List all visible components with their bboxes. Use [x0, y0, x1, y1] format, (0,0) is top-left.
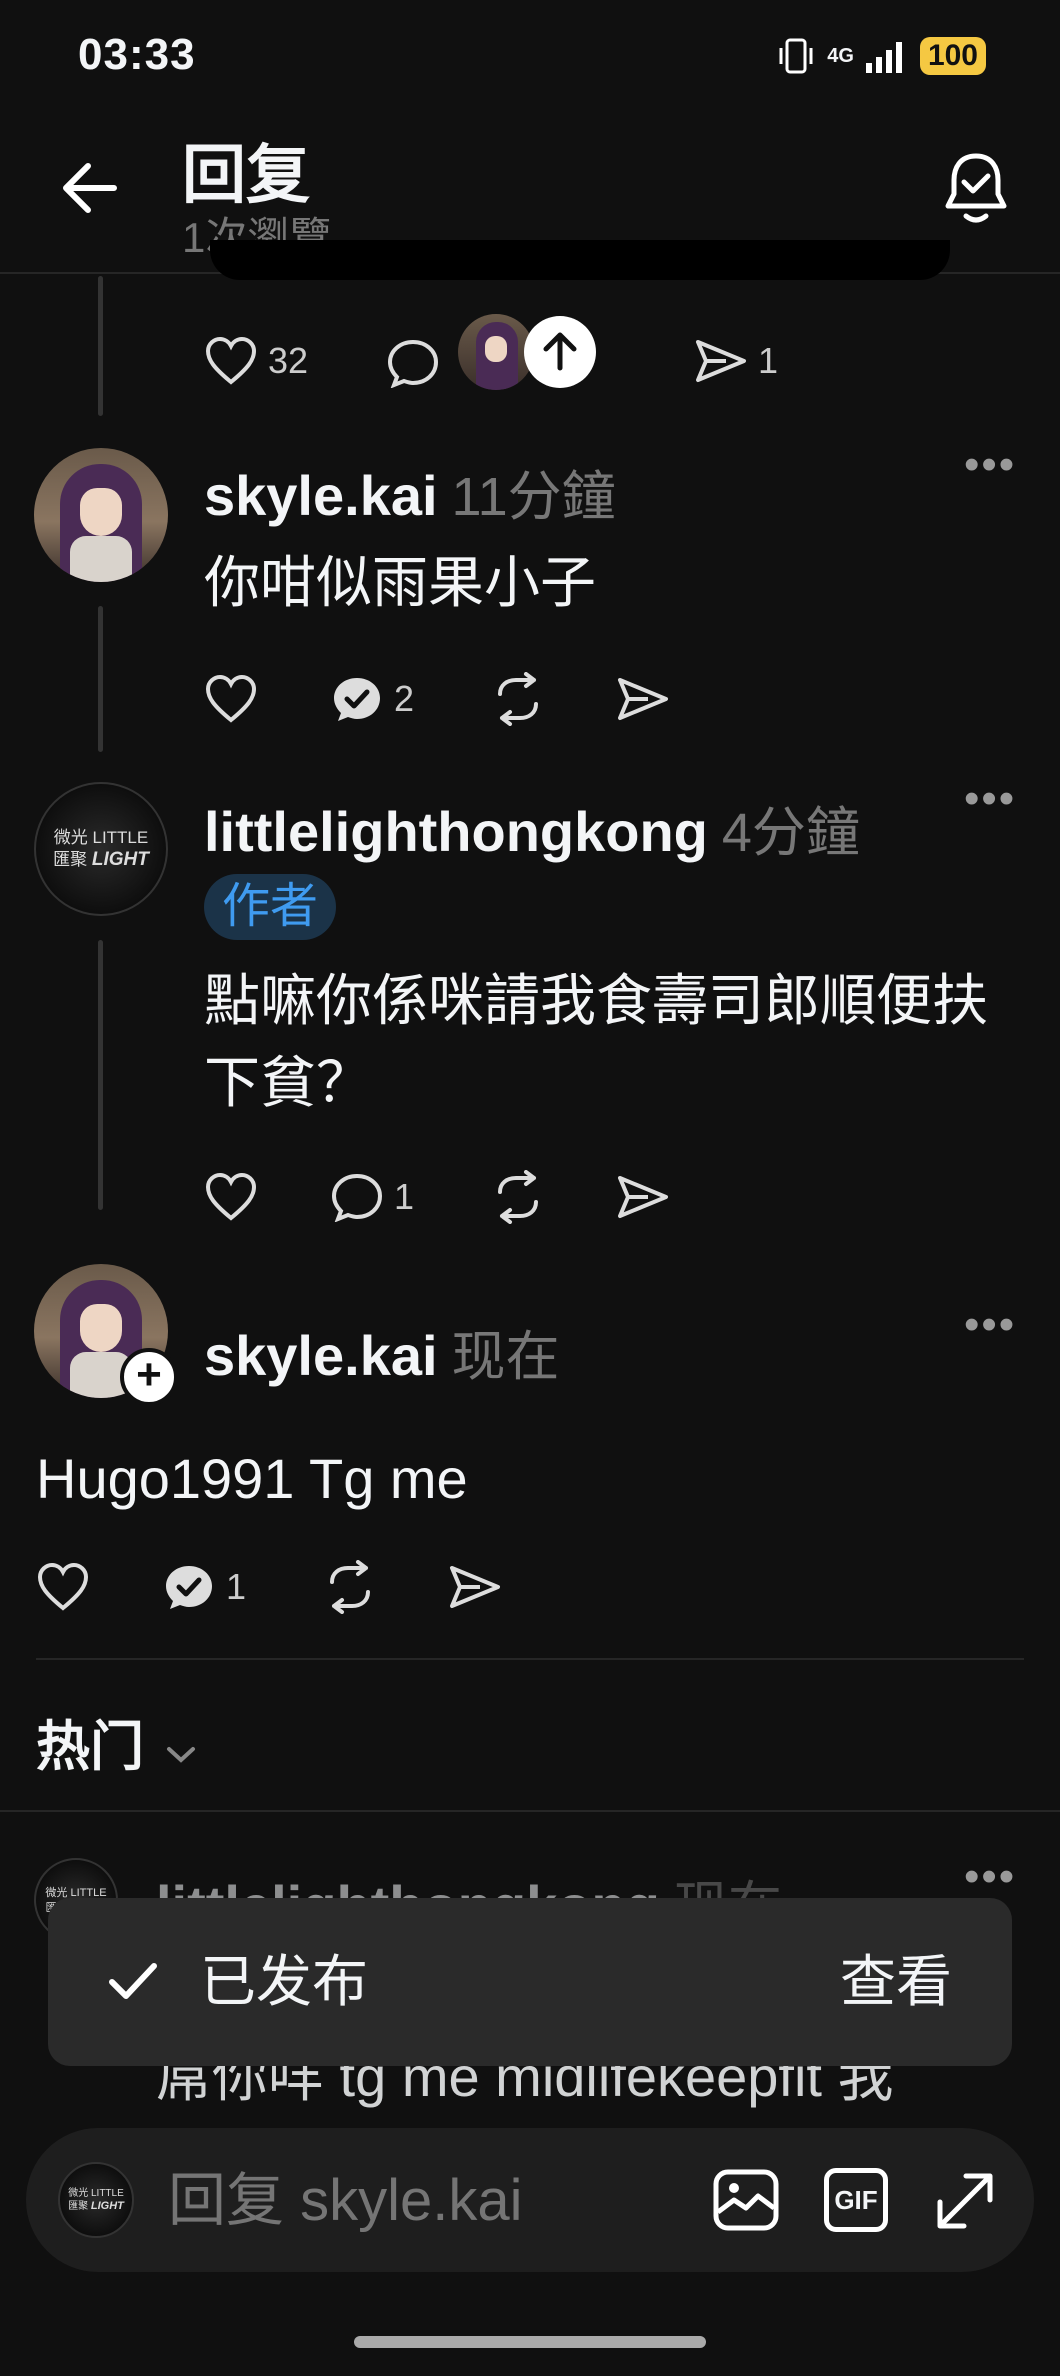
heart-icon: [205, 674, 257, 723]
share-count: 1: [758, 340, 779, 381]
thread-line: [98, 606, 103, 752]
follow-plus-button[interactable]: +: [120, 1348, 178, 1406]
published-toast: 已发布 查看: [48, 1898, 1012, 2066]
logo-text: LITTLE: [92, 828, 149, 847]
post-text-line: 下貧？: [204, 1051, 372, 1114]
username-text[interactable]: skyle.kai: [204, 1324, 438, 1387]
reply-composer: 微光 LITTLE 匯聚 LIGHT GIF: [26, 2128, 1034, 2274]
avatar[interactable]: 微光 LITTLE 匯聚 LIGHT: [34, 782, 168, 916]
avatar: [458, 314, 534, 390]
logo-text: 微光: [68, 2188, 89, 2199]
thread-line: [98, 276, 103, 416]
timestamp: 现在: [451, 1327, 560, 1387]
reply-button[interactable]: 1: [330, 1172, 414, 1222]
comment-check-icon: [166, 1566, 212, 1609]
like-button[interactable]: [36, 1562, 90, 1612]
heart-icon: [37, 1562, 89, 1611]
like-button[interactable]: [204, 1172, 258, 1222]
avatar[interactable]: [34, 448, 168, 582]
avatar-art: [80, 488, 122, 536]
send-icon[interactable]: [448, 1562, 502, 1612]
brand-logo: 微光 LITTLE 匯聚 LIGHT: [36, 784, 166, 914]
bell-check-icon[interactable]: [940, 150, 1012, 226]
post-text: 點嘛你係咪請我食壽司郎順便扶 下貧？: [204, 960, 988, 1124]
sort-dropdown[interactable]: 热门: [36, 1702, 197, 1781]
username-text[interactable]: littlelighthongkong: [204, 800, 708, 863]
post-text-line: 點嘛你係咪請我食壽司郎順便扶: [204, 969, 988, 1032]
username[interactable]: littlelighthongkong 4分鐘: [204, 788, 860, 867]
logo-text: 匯聚: [53, 850, 88, 869]
post-text: Hugo1991 Tg me: [36, 1447, 468, 1510]
logo-text: LIGHT: [91, 849, 149, 870]
vibrate-icon: [779, 38, 813, 74]
author-badge: 作者: [204, 874, 337, 940]
like-button[interactable]: 32: [204, 336, 308, 386]
divider: [0, 1810, 1060, 1812]
username[interactable]: skyle.kai 现在: [204, 1312, 560, 1391]
more-options-button[interactable]: •••: [964, 1300, 1016, 1350]
comment-check-icon: [334, 678, 380, 721]
like-count: 32: [268, 340, 309, 381]
divider: [36, 1658, 1024, 1660]
post-text: 你咁似雨果小子: [204, 551, 596, 614]
logo-text: 微光: [53, 828, 88, 847]
more-options-button[interactable]: •••: [964, 774, 1016, 824]
signal-icon: [865, 42, 902, 73]
share-button[interactable]: 1: [694, 336, 778, 386]
logo-text: LIGHT: [90, 2200, 124, 2212]
previous-media: [210, 240, 950, 280]
gif-button[interactable]: GIF: [824, 2168, 888, 2232]
expand-icon[interactable]: [932, 2168, 998, 2234]
battery-icon: 100: [919, 37, 986, 75]
heart-icon: [205, 336, 257, 385]
status-time: 03:33: [78, 30, 196, 79]
toast-message: 已发布: [200, 1950, 368, 2013]
image-icon[interactable]: [712, 2168, 780, 2232]
timestamp: 4分鐘: [721, 803, 860, 863]
reply-count: 1: [226, 1566, 247, 1607]
avatar: 微光 LITTLE 匯聚 LIGHT: [58, 2162, 134, 2238]
reply-count: 1: [394, 1176, 415, 1217]
replied-button[interactable]: 2: [330, 674, 414, 724]
comment-icon[interactable]: [386, 338, 440, 388]
checkmark-icon: [109, 1963, 157, 1999]
repost-icon[interactable]: [322, 1560, 378, 1614]
like-button[interactable]: [204, 674, 258, 724]
timestamp: 11分鐘: [451, 467, 616, 527]
chevron-down-icon: [167, 1747, 196, 1763]
comment-icon: [331, 1173, 383, 1222]
home-indicator[interactable]: [354, 2336, 706, 2348]
heart-icon: [205, 1172, 257, 1221]
username[interactable]: skyle.kai 11分鐘: [204, 452, 616, 531]
scroll-up-button[interactable]: [524, 316, 596, 388]
view-button[interactable]: 查看: [840, 1898, 952, 2066]
more-options-button[interactable]: •••: [964, 1852, 1016, 1902]
replied-button[interactable]: 1: [162, 1562, 246, 1612]
sort-label: 热门: [36, 1717, 144, 1777]
arrow-up-icon: [543, 332, 577, 371]
more-options-button[interactable]: •••: [964, 440, 1016, 490]
repost-icon[interactable]: [490, 1170, 546, 1224]
thread-line: [98, 940, 103, 1210]
reply-count: 2: [394, 678, 415, 719]
send-icon[interactable]: [616, 674, 670, 724]
network-label: 4G: [827, 44, 854, 67]
status-icons: 4G 100: [775, 36, 986, 76]
send-icon: [696, 340, 746, 382]
logo-text: LITTLE: [90, 2188, 124, 2199]
avatar-art: [70, 536, 132, 582]
logo-text: LITTLE: [70, 1886, 107, 1899]
username-text[interactable]: skyle.kai: [204, 464, 438, 527]
logo-text: 匯聚: [68, 2201, 89, 2212]
avatar-art: [80, 1304, 122, 1352]
back-button[interactable]: [60, 160, 120, 216]
send-icon[interactable]: [616, 1172, 670, 1222]
gif-label: GIF: [834, 2185, 878, 2215]
brand-logo: 微光 LITTLE 匯聚 LIGHT: [60, 2164, 132, 2236]
reply-input[interactable]: [166, 2128, 710, 2274]
page-title: 回复: [182, 139, 310, 211]
repost-icon[interactable]: [490, 672, 546, 726]
logo-text: 微光: [45, 1886, 68, 1899]
